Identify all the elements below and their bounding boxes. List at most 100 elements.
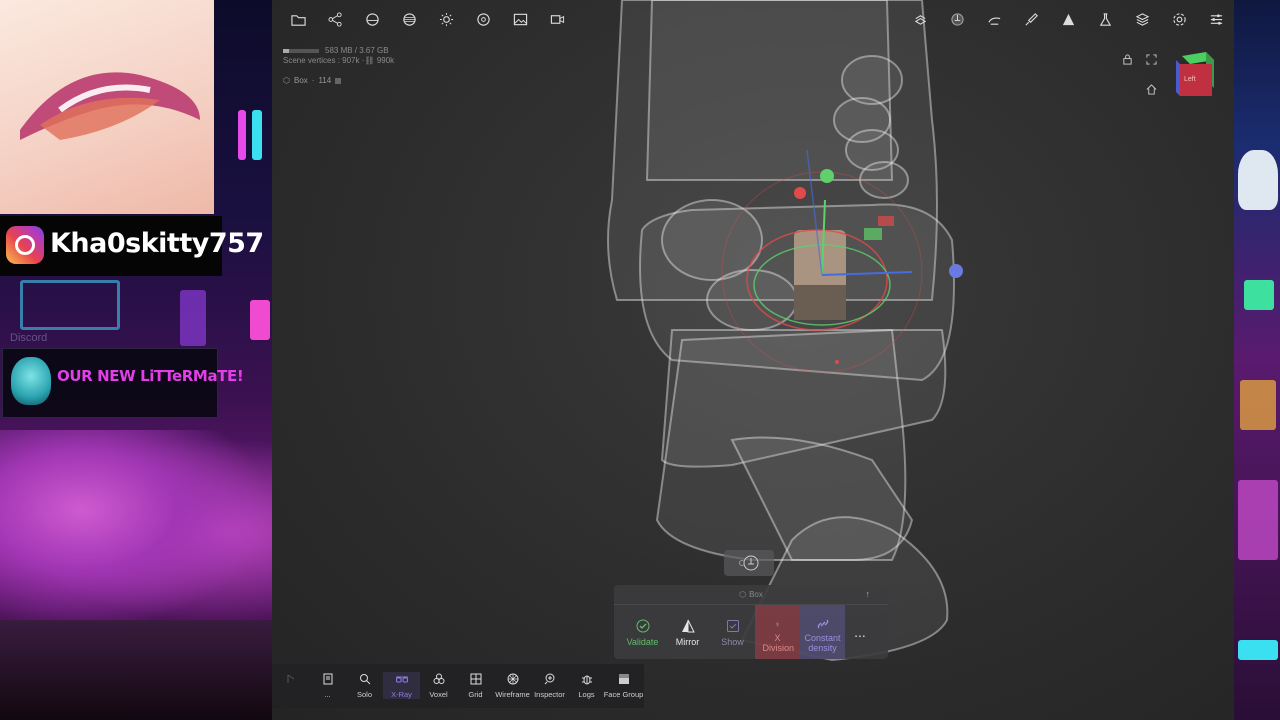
voxel-icon	[433, 672, 445, 686]
panel-tools: Validate Mirror Show ♆ X Division Consta…	[614, 605, 888, 659]
flask-icon[interactable]	[1087, 8, 1124, 30]
fullscreen-icon[interactable]	[1144, 52, 1158, 66]
cherry-trees	[0, 430, 272, 630]
validate-button[interactable]: Validate	[620, 605, 665, 659]
neon-sign	[180, 290, 206, 346]
grid-button[interactable]: Grid	[457, 672, 494, 699]
wireframe-button[interactable]: Wireframe	[494, 672, 531, 699]
gizmo-icon[interactable]	[939, 8, 976, 30]
stream-overlay-right	[1234, 0, 1280, 720]
logs-button[interactable]: Logs	[568, 672, 605, 699]
link-icon	[816, 617, 830, 631]
x-division-button[interactable]: ♆ X Division	[755, 605, 800, 659]
folder-icon[interactable]	[280, 8, 317, 30]
discord-label: Discord	[10, 332, 48, 344]
document-button[interactable]: ...	[309, 672, 346, 699]
undo-button[interactable]	[272, 672, 309, 690]
vertex-count: Scene vertices : 907k ·⛓ 990k	[283, 56, 394, 66]
undo-icon	[285, 672, 297, 686]
search-icon	[359, 672, 371, 686]
object-name: Box	[293, 76, 308, 85]
settings-icon[interactable]	[1161, 8, 1198, 30]
memory-bar-fill	[283, 48, 289, 53]
scene-vertices-value: 907k	[342, 56, 360, 65]
inspector-icon	[544, 672, 556, 686]
collapse-arrow-icon[interactable]: ↑	[866, 589, 871, 599]
paint-icon[interactable]	[976, 8, 1013, 30]
face-group-button[interactable]: Face Group	[604, 672, 643, 699]
square-icon	[335, 77, 342, 84]
object-breadcrumb[interactable]: ⬡ Box · 114	[283, 76, 342, 85]
light-icon[interactable]	[428, 8, 465, 30]
gizmo-toggle-icon	[739, 555, 759, 571]
share-icon[interactable]	[317, 8, 354, 30]
background-icon[interactable]	[502, 8, 539, 30]
neon-sign	[20, 280, 120, 330]
logs-icon	[581, 672, 593, 686]
channel-logo	[0, 0, 214, 214]
wireframe-icon	[507, 672, 519, 686]
banner-title: OUR NEW LiTTeRMaTE!	[57, 367, 244, 385]
view-cube[interactable]: Left	[1174, 52, 1214, 96]
mirror-icon	[681, 619, 695, 633]
stream-overlay-left: Kha0skitty757 Discord OUR NEW LiTTeRMaTE…	[0, 0, 272, 720]
scene-icon[interactable]	[354, 8, 391, 30]
checkbox-icon	[726, 619, 740, 633]
scene-vertices-label: Scene vertices :	[283, 56, 340, 65]
neon-sign	[1240, 380, 1276, 430]
brush-icon[interactable]	[1013, 8, 1050, 30]
panel-header: ⬡ Box ↑	[614, 585, 888, 605]
neon-sign	[250, 300, 270, 340]
document-icon	[322, 672, 334, 686]
scene-vertices-total: 990k	[376, 56, 395, 65]
memory-usage: 583 MB / 3.67 GB	[283, 46, 394, 56]
neon-sign	[1238, 640, 1278, 660]
logo-icon	[20, 72, 200, 140]
memory-bar	[283, 48, 319, 53]
instagram-handle: Kha0skitty757	[50, 228, 264, 259]
panel-title: Box	[749, 590, 763, 599]
home-icon[interactable]	[1144, 82, 1158, 96]
transform-icon[interactable]	[902, 8, 939, 30]
street	[0, 620, 272, 720]
cube-icon: ⬡	[739, 590, 747, 599]
mirror-button[interactable]: Mirror	[665, 605, 710, 659]
lock-icon[interactable]	[1120, 52, 1134, 66]
more-options-button[interactable]: ...	[845, 605, 875, 659]
cube-icon: ⬡	[283, 76, 290, 85]
cat-icon	[1238, 150, 1278, 210]
division-icon: ♆	[774, 619, 781, 629]
shading-icon[interactable]	[465, 8, 502, 30]
material-icon[interactable]	[391, 8, 428, 30]
neon-sign	[238, 110, 246, 160]
grid-icon	[470, 672, 482, 686]
facegroup-icon	[618, 672, 630, 686]
cat-avatar-icon	[11, 357, 51, 405]
constant-density-button[interactable]: Constant density	[800, 605, 845, 659]
voxel-button[interactable]: Voxel	[420, 672, 457, 699]
xray-button[interactable]: X-Ray	[383, 672, 420, 699]
solo-button[interactable]: Solo	[346, 672, 383, 699]
gizmo-toggle-button[interactable]	[724, 550, 774, 576]
sculpt-viewport[interactable]: 583 MB / 3.67 GB Scene vertices : 907k ·…	[272, 0, 1234, 720]
separator: ·	[311, 76, 315, 85]
neon-sign	[1244, 280, 1274, 310]
top-left-toolbar	[280, 8, 576, 30]
layers-icon[interactable]	[1124, 8, 1161, 30]
scene-stats: 583 MB / 3.67 GB Scene vertices : 907k ·…	[283, 46, 394, 66]
announcement-banner: OUR NEW LiTTeRMaTE!	[2, 348, 244, 418]
symmetry-icon[interactable]	[1050, 8, 1087, 30]
instagram-icon	[6, 226, 44, 264]
instagram-bar: Kha0skitty757	[0, 216, 264, 276]
menu-icon[interactable]	[1198, 8, 1234, 30]
object-count: 114	[318, 76, 332, 85]
top-right-toolbar	[902, 8, 1234, 30]
view-cube-label: Left	[1184, 76, 1196, 83]
show-button[interactable]: Show	[710, 605, 755, 659]
box-tool-panel: ⬡ Box ↑ Validate Mirror Show ♆ X Divisio…	[614, 585, 888, 659]
neon-sign	[252, 110, 262, 160]
check-icon	[636, 619, 650, 633]
memory-text: 583 MB / 3.67 GB	[325, 46, 389, 55]
inspector-button[interactable]: Inspector	[531, 672, 568, 699]
camera-icon[interactable]	[539, 8, 576, 30]
